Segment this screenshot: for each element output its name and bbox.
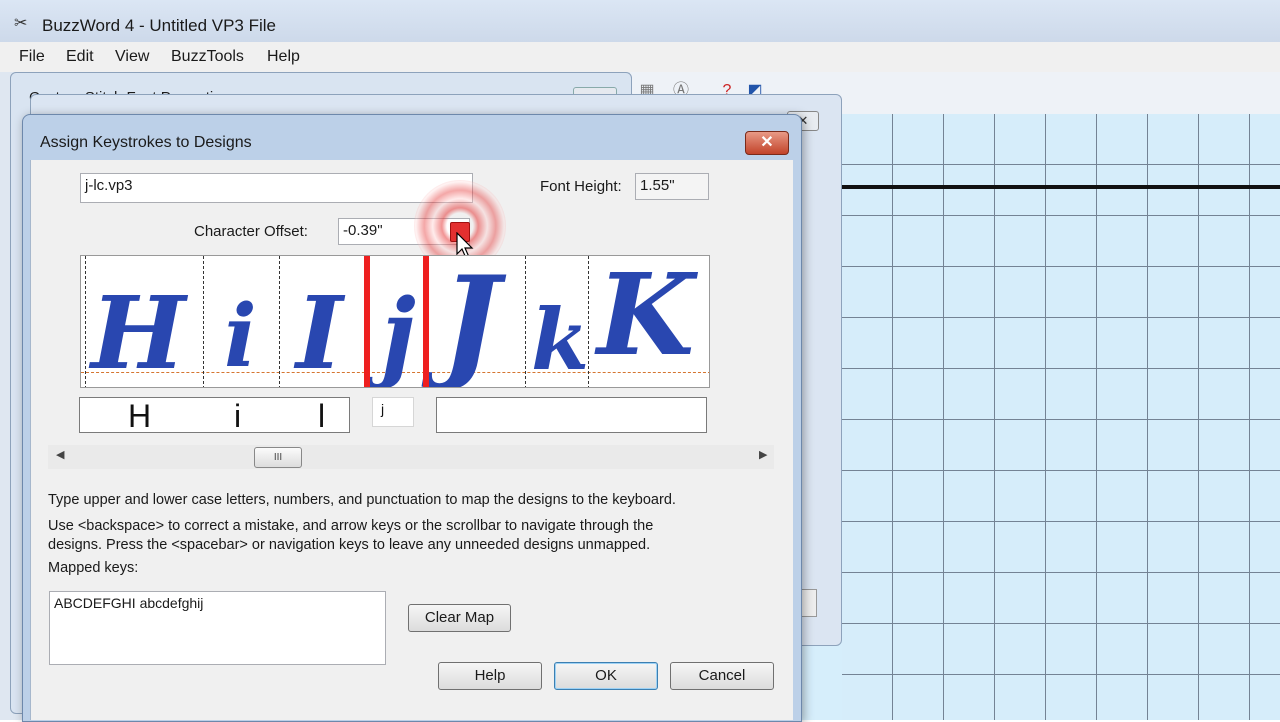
help-button[interactable]: Help [438,662,542,690]
menu-buzztools[interactable]: BuzzTools [171,48,244,66]
font-height-label: Font Height: [540,178,622,195]
current-key-char: j [381,401,385,417]
mapped-key-char: l [318,398,326,434]
mapped-keys-box-left: H i l [79,397,350,434]
menu-edit[interactable]: Edit [66,48,94,66]
current-key-box[interactable]: j [372,397,414,427]
design-separator [85,256,86,387]
cancel-button[interactable]: Cancel [670,662,774,690]
background-dialog-side-button[interactable] [801,589,817,617]
design-glyph: k [531,290,590,388]
mapped-keys-label: Mapped keys: [48,560,139,576]
character-offset-label: Character Offset: [194,223,308,240]
filename-field[interactable]: j-lc.vp3 [80,173,473,203]
design-separator [525,256,526,387]
app-icon: ✂ [14,15,28,32]
app-title: BuzzWord 4 - Untitled VP3 File [42,16,276,35]
mapped-key-char: i [234,398,242,434]
scroll-thumb[interactable]: III [254,447,302,468]
canvas-baseline [842,185,1280,189]
dialog-title: Assign Keystrokes to Designs [40,134,252,151]
design-scrollbar[interactable]: ◀ III ▶ [48,445,774,469]
menu-file[interactable]: File [19,48,45,66]
menubar: File Edit View BuzzTools Help [0,42,1280,73]
instruction-text-2: Use <backspace> to correct a mistake, an… [48,518,654,534]
dialog-close-button[interactable]: ✕ [745,131,789,155]
design-glyph: j [381,278,416,388]
design-glyph: I [296,274,343,388]
menu-help[interactable]: Help [267,48,300,66]
scroll-left-arrow-icon[interactable]: ◀ [56,448,64,461]
design-separator [203,256,204,387]
design-glyph: J [441,255,500,388]
menu-view[interactable]: View [115,48,149,66]
design-canvas-grid[interactable] [842,114,1280,720]
current-design-left-marker [364,256,370,387]
design-glyph: i [224,286,257,387]
instruction-text-3: designs. Press the <spacebar> or navigat… [48,537,651,553]
instruction-text-1: Type upper and lower case letters, numbe… [48,492,676,508]
design-glyph: K [597,255,695,381]
design-glyph: H [91,274,186,388]
clear-map-button[interactable]: Clear Map [408,604,511,632]
mapped-keys-field[interactable]: ABCDEFGHI abcdefghij [49,591,386,665]
ok-button[interactable]: OK [554,662,658,690]
mapped-keys-box-right [436,397,707,433]
design-separator [279,256,280,387]
current-design-right-marker [423,256,429,387]
mapped-key-char: H [128,398,152,434]
app-titlebar: ✂ BuzzWord 4 - Untitled VP3 File [0,0,1280,42]
font-height-field[interactable]: 1.55" [635,173,709,200]
scroll-right-arrow-icon[interactable]: ▶ [759,448,767,461]
design-strip[interactable]: H i I j J k K [80,255,710,388]
